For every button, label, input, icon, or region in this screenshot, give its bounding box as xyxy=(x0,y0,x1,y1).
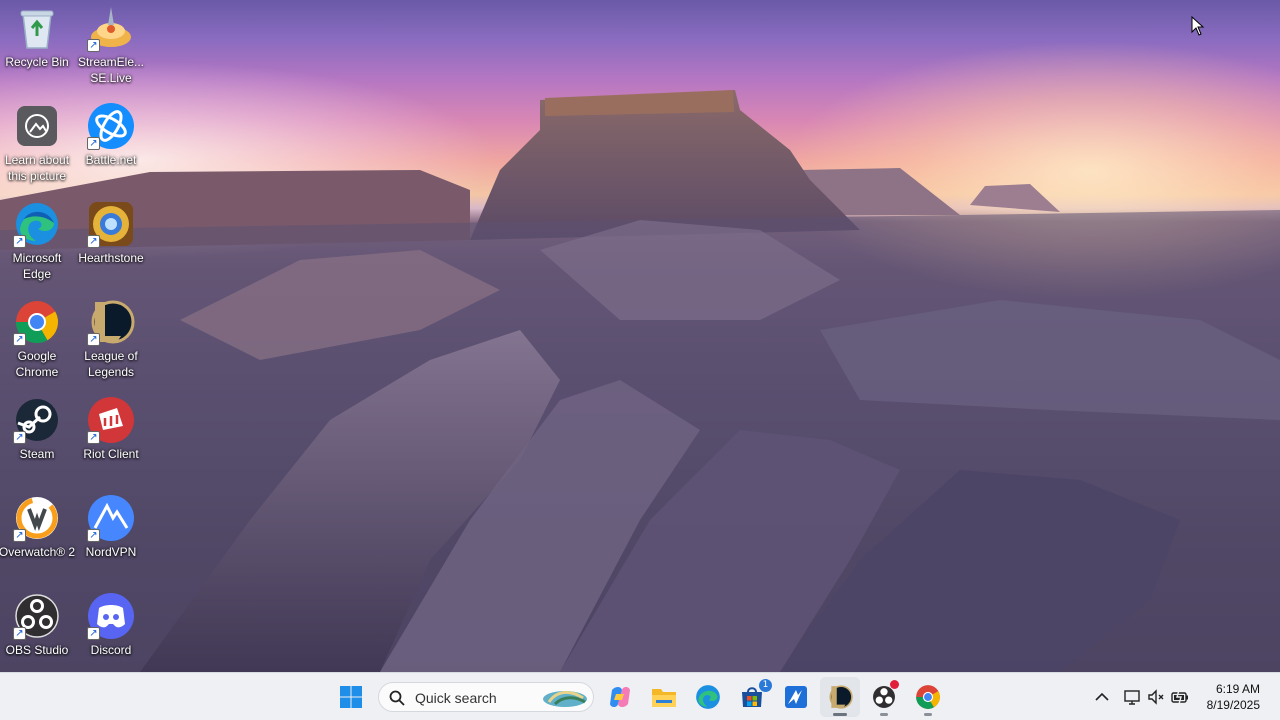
desktop-icon-label: Overwatch® 2 xyxy=(0,545,76,559)
overwatch-icon: ↗ xyxy=(13,494,61,542)
desktop-icon-battle-net[interactable]: ↗ Battle.net xyxy=(74,98,148,194)
recording-indicator xyxy=(890,680,899,689)
desktop-icon-label: Google Chrome xyxy=(15,349,59,379)
desktop-icon-label: Learn about this picture xyxy=(4,153,70,183)
desktop-icon-streamelements[interactable]: ↗ StreamEle... SE.Live xyxy=(74,0,148,96)
taskbar-file-explorer[interactable] xyxy=(644,677,684,717)
desktop-icon-microsoft-edge[interactable]: ↗ Microsoft Edge xyxy=(0,196,74,292)
taskbar-chrome[interactable] xyxy=(908,677,948,717)
riot-client-icon: ↗ xyxy=(87,396,135,444)
taskbar-search-box[interactable]: Quick search xyxy=(378,682,594,712)
desktop-wallpaper: Recycle Bin Learn about this picture ↗ M… xyxy=(0,0,1280,672)
wallpaper-landscape xyxy=(0,90,1280,672)
desktop-icon-obs-studio[interactable]: ↗ OBS Studio xyxy=(0,588,74,672)
chrome-icon xyxy=(916,685,940,709)
store-notification-badge: 1 xyxy=(759,679,772,692)
desktop-icon-label: League of Legends xyxy=(84,349,138,379)
desktop-icon-steam[interactable]: ↗ Steam xyxy=(0,392,74,488)
mouse-cursor-icon xyxy=(1191,16,1205,36)
desktop-icon-learn-about-this-picture[interactable]: Learn about this picture xyxy=(0,98,74,194)
desktop-icon-discord[interactable]: ↗ Discord xyxy=(74,588,148,672)
desktop-icon-label: Battle.net xyxy=(85,153,137,167)
nordvpn-icon: ↗ xyxy=(87,494,135,542)
windows-start-icon xyxy=(340,686,362,708)
desktop-icon-riot-client[interactable]: ↗ Riot Client xyxy=(74,392,148,488)
taskbar-app[interactable] xyxy=(776,677,816,717)
obs-icon: ↗ xyxy=(13,592,61,640)
folder-icon xyxy=(652,689,676,707)
taskbar-league-of-legends[interactable] xyxy=(820,677,860,717)
desktop-icon-recycle-bin[interactable]: Recycle Bin xyxy=(0,0,74,96)
hearthstone-icon: ↗ xyxy=(87,200,135,248)
league-of-legends-icon xyxy=(829,685,853,709)
search-highlight-icon xyxy=(543,691,587,707)
tray-clock[interactable]: 6:19 AM 8/19/2025 xyxy=(1207,681,1260,713)
volume-muted-icon[interactable] xyxy=(1146,687,1166,707)
learn-picture-icon xyxy=(13,102,61,150)
league-of-legends-icon: ↗ xyxy=(87,298,135,346)
taskbar-microsoft-store[interactable]: 1 xyxy=(732,677,772,717)
battlenet-icon: ↗ xyxy=(87,102,135,150)
network-icon[interactable] xyxy=(1122,687,1142,707)
taskbar-copilot[interactable] xyxy=(600,677,640,717)
desktop-icon-label: Recycle Bin xyxy=(5,55,69,69)
chrome-icon: ↗ xyxy=(13,298,61,346)
discord-icon: ↗ xyxy=(87,592,135,640)
edge-icon: ↗ xyxy=(13,200,61,248)
copilot-icon xyxy=(610,687,630,707)
edge-icon xyxy=(696,685,720,709)
search-placeholder: Quick search xyxy=(415,690,497,706)
battery-icon[interactable] xyxy=(1170,687,1190,707)
steam-icon: ↗ xyxy=(13,396,61,444)
desktop-icon-label: OBS Studio xyxy=(5,643,69,657)
desktop-icon-label: Microsoft Edge xyxy=(12,251,62,281)
clock-time: 6:19 AM xyxy=(1215,682,1260,696)
desktop-icon-label: Hearthstone xyxy=(78,251,144,265)
desktop-icon-google-chrome[interactable]: ↗ Google Chrome xyxy=(0,294,74,390)
desktop-icon-overwatch-2[interactable]: ↗ Overwatch® 2 xyxy=(0,490,76,586)
desktop-icon-label: NordVPN xyxy=(85,545,137,559)
start-button[interactable] xyxy=(331,677,371,717)
taskbar: Quick search 1 6:19 AM 8/19/2025 xyxy=(0,672,1280,720)
streamelements-icon: ↗ xyxy=(87,4,135,52)
desktop-icon-label: StreamEle... SE.Live xyxy=(77,55,145,85)
search-icon xyxy=(389,690,405,706)
app-icon xyxy=(785,686,807,708)
desktop-icon-league-of-legends[interactable]: ↗ League of Legends xyxy=(74,294,148,390)
desktop-icon-label: Steam xyxy=(19,447,55,461)
desktop-icon-nordvpn[interactable]: ↗ NordVPN xyxy=(74,490,148,586)
desktop-icon-label: Discord xyxy=(90,643,132,657)
taskbar-edge[interactable] xyxy=(688,677,728,717)
desktop-icon-hearthstone[interactable]: ↗ Hearthstone xyxy=(74,196,148,292)
clock-date: 8/19/2025 xyxy=(1206,698,1260,712)
recycle-bin-icon xyxy=(13,4,61,52)
desktop-icon-label: Riot Client xyxy=(83,447,139,461)
taskbar-obs[interactable] xyxy=(864,677,904,717)
chevron-up-icon[interactable] xyxy=(1092,687,1112,707)
